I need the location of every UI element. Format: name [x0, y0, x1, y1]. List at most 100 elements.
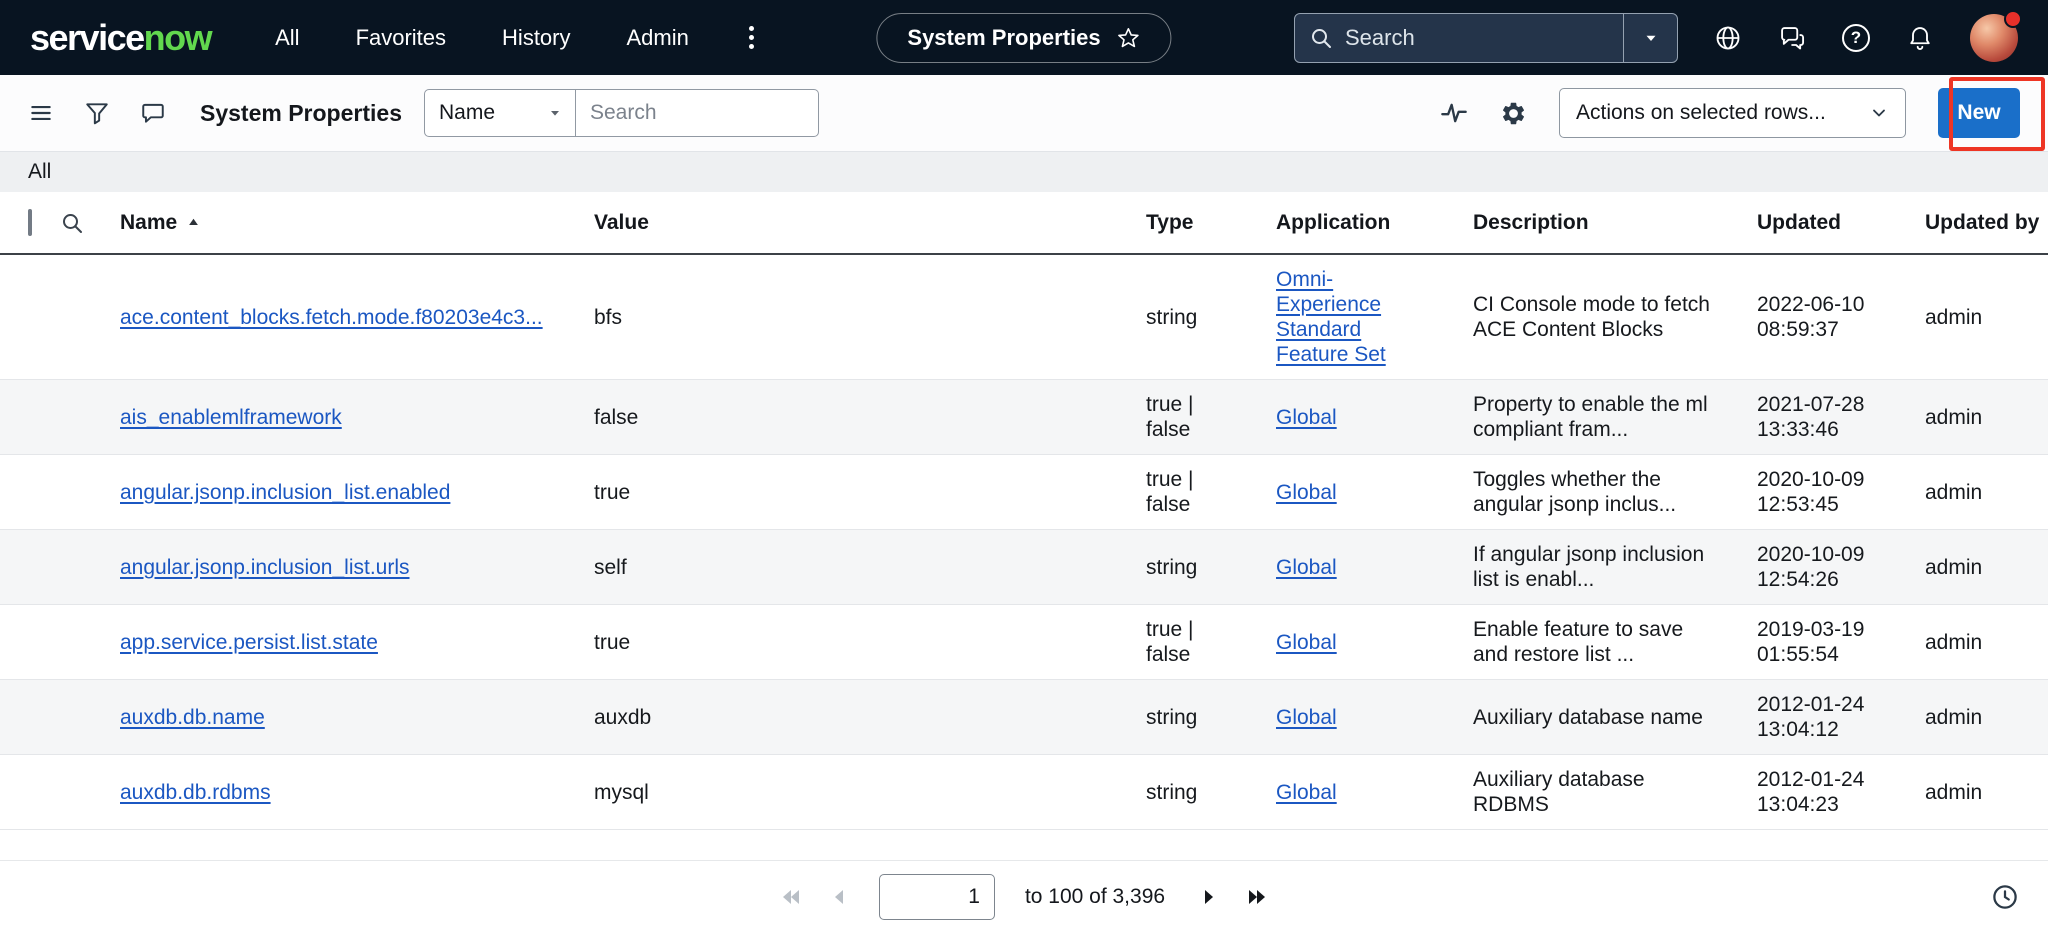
row-application-cell: Global	[1276, 380, 1473, 455]
list-menu-icon[interactable]	[28, 100, 54, 126]
more-menu-icon[interactable]	[745, 22, 758, 53]
chevron-down-icon	[547, 105, 563, 121]
row-value-cell: true	[594, 605, 1146, 680]
nav-item-history[interactable]: History	[502, 25, 570, 51]
row-info-cell	[60, 680, 120, 755]
list-title: System Properties	[200, 100, 402, 127]
row-type-cell: string	[1146, 755, 1276, 830]
pagination-range-text: to 100 of 3,396	[1025, 885, 1165, 909]
nav-item-favorites[interactable]: Favorites	[356, 25, 446, 51]
row-updated-by-cell: admin	[1925, 254, 2048, 380]
row-value-cell: self	[594, 530, 1146, 605]
actions-on-rows-select[interactable]: Actions on selected rows...	[1559, 88, 1906, 138]
application-link[interactable]: Omni-Experience Standard Feature Set	[1276, 267, 1396, 367]
filter-funnel-icon[interactable]	[84, 100, 110, 126]
row-description-cell: Property to enable the ml compliant fram…	[1473, 380, 1757, 455]
table-row: auxdb.db.name auxdb string Global Auxili…	[0, 680, 2048, 755]
select-all-checkbox[interactable]	[28, 209, 32, 236]
row-name-cell: auxdb.db.rdbms	[120, 755, 594, 830]
row-select-cell	[0, 605, 60, 680]
search-field-select[interactable]: Name	[424, 89, 576, 137]
table-row: angular.jsonp.inclusion_list.urls self s…	[0, 530, 2048, 605]
column-header-updated-by[interactable]: Updated by	[1925, 192, 2048, 254]
user-avatar[interactable]	[1970, 14, 2018, 62]
row-updated-cell: 2021-07-28 13:33:46	[1757, 380, 1925, 455]
row-select-cell	[0, 530, 60, 605]
global-search-box[interactable]	[1294, 13, 1678, 63]
favorite-star-icon[interactable]	[1117, 26, 1141, 50]
last-page-button[interactable]	[1245, 885, 1269, 909]
list-search-input[interactable]	[576, 89, 819, 137]
property-name-link[interactable]: angular.jsonp.inclusion_list.enabled	[120, 481, 450, 504]
row-select-cell	[0, 455, 60, 530]
column-header-updated[interactable]: Updated	[1757, 192, 1925, 254]
column-header-application[interactable]: Application	[1276, 192, 1473, 254]
previous-page-button[interactable]	[827, 885, 851, 909]
row-updated-by-cell: admin	[1925, 605, 2048, 680]
column-header-name[interactable]: Name	[120, 192, 594, 254]
global-search-input[interactable]	[1345, 25, 1623, 51]
search-scope-dropdown[interactable]	[1623, 14, 1677, 62]
notifications-bell-icon[interactable]	[1906, 24, 1934, 52]
column-header-name-label: Name	[120, 211, 177, 235]
list-footer: to 100 of 3,396	[0, 860, 2048, 932]
column-search-icon[interactable]	[60, 211, 120, 235]
table-row: ace.content_blocks.fetch.mode.f80203e4c3…	[0, 254, 2048, 380]
list-comments-icon[interactable]	[140, 100, 166, 126]
context-pill-system-properties[interactable]: System Properties	[876, 13, 1171, 63]
table-row: angular.jsonp.inclusion_list.enabled tru…	[0, 455, 2048, 530]
row-updated-cell: 2012-01-24 13:04:12	[1757, 680, 1925, 755]
globe-icon[interactable]	[1714, 24, 1742, 52]
row-value-cell: bfs	[594, 254, 1146, 380]
property-name-link[interactable]: angular.jsonp.inclusion_list.urls	[120, 556, 410, 579]
property-name-link[interactable]: app.service.persist.list.state	[120, 631, 378, 654]
actions-select-value: Actions on selected rows...	[1576, 101, 1826, 125]
list-settings-gear-icon[interactable]	[1500, 100, 1527, 127]
nav-item-admin[interactable]: Admin	[627, 25, 689, 51]
column-header-type[interactable]: Type	[1146, 192, 1276, 254]
row-type-cell: true | false	[1146, 380, 1276, 455]
property-name-link[interactable]: auxdb.db.name	[120, 706, 265, 729]
property-name-link[interactable]: auxdb.db.rdbms	[120, 781, 271, 804]
list-toolbar: System Properties Name Actions on select…	[0, 75, 2048, 152]
first-page-button[interactable]	[779, 885, 803, 909]
application-link[interactable]: Global	[1276, 630, 1337, 655]
application-link[interactable]: Global	[1276, 780, 1337, 805]
nav-item-all[interactable]: All	[275, 25, 299, 51]
help-icon[interactable]: ?	[1842, 24, 1870, 52]
column-header-description[interactable]: Description	[1473, 192, 1757, 254]
row-name-cell: ais_enablemlframework	[120, 380, 594, 455]
page-number-input[interactable]	[879, 874, 995, 920]
application-link[interactable]: Global	[1276, 555, 1337, 580]
list-refresh-timer-icon[interactable]	[1990, 882, 2020, 912]
breadcrumb-all[interactable]: All	[28, 160, 51, 184]
chat-icon[interactable]	[1778, 24, 1806, 52]
application-link[interactable]: Global	[1276, 480, 1337, 505]
row-description-cell: CI Console mode to fetch ACE Content Blo…	[1473, 254, 1757, 380]
row-description-cell: Auxiliary database name	[1473, 680, 1757, 755]
row-select-cell	[0, 755, 60, 830]
row-updated-cell: 2022-06-10 08:59:37	[1757, 254, 1925, 380]
next-page-button[interactable]	[1197, 885, 1221, 909]
application-link[interactable]: Global	[1276, 405, 1337, 430]
search-icon	[1309, 26, 1333, 50]
row-application-cell: Global	[1276, 680, 1473, 755]
list-activity-icon[interactable]	[1440, 99, 1468, 127]
row-info-cell	[60, 530, 120, 605]
servicenow-app: servicenow All Favorites History Admin S…	[0, 0, 2048, 932]
row-type-cell: string	[1146, 530, 1276, 605]
property-name-link[interactable]: ace.content_blocks.fetch.mode.f80203e4c3…	[120, 306, 543, 329]
property-name-link[interactable]: ais_enablemlframework	[120, 406, 342, 429]
servicenow-logo[interactable]: servicenow	[30, 17, 211, 59]
table-body: ace.content_blocks.fetch.mode.f80203e4c3…	[0, 254, 2048, 830]
row-value-cell: true	[594, 455, 1146, 530]
row-description-cell: Toggles whether the angular jsonp inclus…	[1473, 455, 1757, 530]
new-button[interactable]: New	[1938, 88, 2020, 138]
row-value-cell: auxdb	[594, 680, 1146, 755]
help-glyph: ?	[1851, 28, 1861, 48]
row-updated-cell: 2019-03-19 01:55:54	[1757, 605, 1925, 680]
row-updated-by-cell: admin	[1925, 755, 2048, 830]
column-header-value[interactable]: Value	[594, 192, 1146, 254]
primary-nav: All Favorites History Admin	[275, 22, 758, 53]
application-link[interactable]: Global	[1276, 705, 1337, 730]
